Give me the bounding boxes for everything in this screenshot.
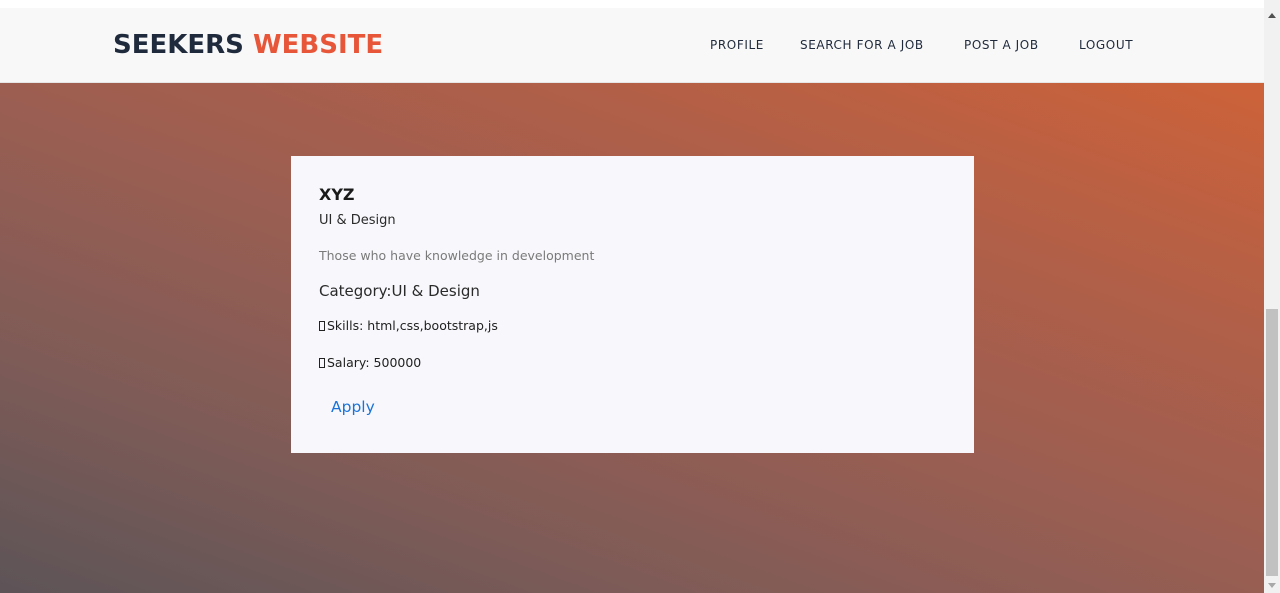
job-skills-text: Skills: html,css,bootstrap,js bbox=[327, 318, 498, 333]
job-salary-text: Salary: 500000 bbox=[327, 355, 422, 370]
apply-button[interactable]: Apply bbox=[331, 396, 375, 418]
job-skills: Skills: html,css,bootstrap,js bbox=[319, 317, 498, 335]
scroll-thumb[interactable] bbox=[1266, 309, 1278, 576]
nav-logout[interactable]: LOGOUT bbox=[1079, 36, 1133, 54]
job-subtitle: UI & Design bbox=[319, 213, 396, 228]
page: SEEKERS WEBSITE PROFILE SEARCH FOR A JOB… bbox=[0, 0, 1280, 593]
job-category: Category:UI & Design bbox=[319, 282, 480, 300]
nav-profile[interactable]: PROFILE bbox=[710, 36, 764, 54]
brand-part-2: WEBSITE bbox=[252, 30, 384, 60]
job-description: Those who have knowledge in development bbox=[319, 248, 595, 263]
brand-logo[interactable]: SEEKERS WEBSITE bbox=[113, 28, 383, 62]
missing-glyph-icon bbox=[319, 358, 325, 368]
viewport: SEEKERS WEBSITE PROFILE SEARCH FOR A JOB… bbox=[0, 0, 1264, 593]
missing-glyph-icon bbox=[319, 321, 325, 331]
scroll-down-arrow-icon[interactable] bbox=[1268, 583, 1276, 588]
job-title: XYZ bbox=[319, 185, 355, 204]
brand-part-1: SEEKERS bbox=[113, 30, 244, 60]
navbar: SEEKERS WEBSITE PROFILE SEARCH FOR A JOB… bbox=[0, 8, 1264, 83]
nav-search-for-a-job[interactable]: SEARCH FOR A JOB bbox=[800, 36, 924, 54]
scroll-up-arrow-icon[interactable] bbox=[1268, 13, 1276, 18]
job-card: XYZ UI & Design Those who have knowledge… bbox=[291, 156, 974, 453]
top-strip bbox=[0, 0, 1264, 8]
vertical-scrollbar[interactable] bbox=[1264, 0, 1280, 593]
job-salary: Salary: 500000 bbox=[319, 354, 421, 372]
nav-post-a-job[interactable]: POST A JOB bbox=[964, 36, 1039, 54]
